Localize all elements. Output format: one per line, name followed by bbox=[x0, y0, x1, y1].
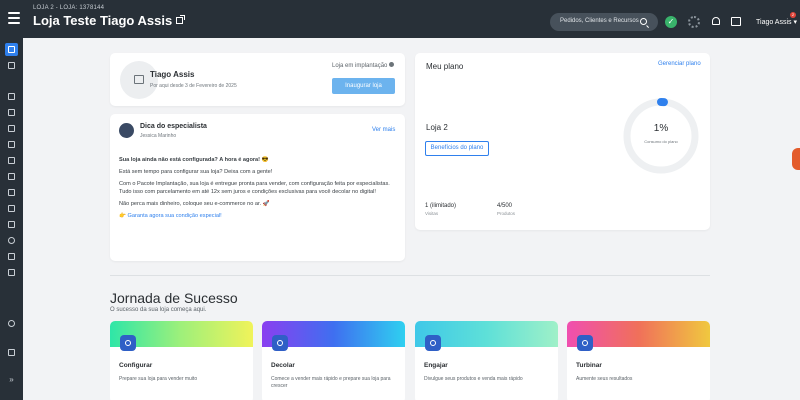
mobile-icon[interactable] bbox=[5, 266, 18, 279]
store-subtitle: LOJA 2 - LOJA: 1378144 bbox=[33, 5, 105, 11]
journey-step-desc: Comece a vender mais rápido e prepare su… bbox=[271, 376, 391, 389]
mail-icon[interactable] bbox=[5, 186, 18, 199]
search-placeholder: Pedidos, Clientes e Recursos bbox=[560, 18, 639, 24]
tip-paragraph: Está sem tempo para configurar sua loja?… bbox=[119, 169, 273, 175]
journey-step-desc: Aumente seus resultados bbox=[576, 376, 633, 382]
loading-avatar-icon[interactable] bbox=[688, 16, 700, 28]
journey-card-turbinar[interactable]: Turbinar Aumente seus resultados bbox=[567, 321, 710, 400]
store-status: Loja em implantação bbox=[332, 62, 395, 69]
plan-title: Meu plano bbox=[426, 62, 464, 71]
journey-step-desc: Prepare sua loja para vender muito bbox=[119, 376, 198, 382]
chart-icon bbox=[577, 335, 593, 351]
store-title-text: Loja Teste Tiago Assis bbox=[33, 13, 173, 28]
top-bar: LOJA 2 - LOJA: 1378144 Loja Teste Tiago … bbox=[0, 0, 800, 38]
manage-plan-link[interactable]: Gerenciar plano bbox=[658, 61, 701, 67]
tip-paragraph: Com o Pacote Implantação, sua loja é ent… bbox=[119, 181, 390, 195]
tip-paragraph: Não perca mais dinheiro, coloque seu e-c… bbox=[119, 201, 270, 207]
external-link-icon[interactable] bbox=[176, 15, 186, 24]
help-icon[interactable] bbox=[5, 234, 18, 247]
chevron-down-icon: ▾ bbox=[793, 19, 798, 26]
products-label: Produtos bbox=[497, 211, 516, 216]
journey-card-configurar[interactable]: Configurar Prepare sua loja para vender … bbox=[110, 321, 253, 400]
usage-label: Consumo do plano bbox=[644, 139, 678, 144]
journey-card-engajar[interactable]: Engajar Divulgue seus produtos e venda m… bbox=[415, 321, 558, 400]
store-icon[interactable] bbox=[5, 59, 18, 72]
journey-step-title: Engajar bbox=[424, 362, 448, 369]
store-card: Tiago Assis Por aqui desde 3 de Fevereir… bbox=[110, 53, 405, 106]
chat-icon[interactable] bbox=[5, 170, 18, 183]
usage-value: 1% bbox=[653, 123, 669, 134]
tip-card: Dica do especialista Jessica Marinho Ver… bbox=[110, 114, 405, 261]
user-menu[interactable]: Tiago Assis ▾ bbox=[756, 18, 797, 26]
tip-title: Dica do especialista bbox=[140, 123, 207, 130]
store-avatar[interactable] bbox=[120, 61, 158, 99]
bell-icon[interactable] bbox=[712, 17, 720, 25]
document-icon[interactable] bbox=[5, 218, 18, 231]
usage-gauge bbox=[623, 98, 699, 174]
notification-badge: 2 bbox=[790, 12, 796, 18]
owner-since: Por aqui desde 3 de Fevereiro de 2025 bbox=[150, 83, 237, 89]
products-stat: 4/500 Produtos bbox=[497, 203, 515, 216]
special-offer-link[interactable]: 👉 Garanta agora sua condição especial! bbox=[119, 212, 395, 220]
menu-icon[interactable] bbox=[8, 12, 20, 24]
search-icon[interactable] bbox=[640, 18, 647, 25]
chat-icon[interactable] bbox=[731, 17, 741, 26]
owner-name: Tiago Assis bbox=[150, 70, 195, 79]
cart-icon[interactable] bbox=[5, 90, 18, 103]
flag-icon[interactable] bbox=[5, 154, 18, 167]
search-input[interactable]: Pedidos, Clientes e Recursos bbox=[550, 13, 658, 31]
rocket-icon bbox=[272, 335, 288, 351]
gauge-track bbox=[623, 98, 699, 174]
avatar bbox=[119, 123, 134, 138]
tip-author: Jessica Marinho bbox=[140, 133, 177, 139]
sidebar: » bbox=[0, 38, 23, 400]
megaphone-icon bbox=[425, 335, 441, 351]
tip-body: Sua loja ainda não está configurada? A h… bbox=[119, 156, 395, 224]
section-divider bbox=[110, 275, 710, 276]
lock-icon[interactable] bbox=[5, 250, 18, 263]
see-more-link[interactable]: Ver mais bbox=[372, 127, 395, 133]
info-icon[interactable] bbox=[389, 62, 395, 67]
store-icon bbox=[134, 75, 144, 84]
gear-icon bbox=[120, 335, 136, 351]
store-title[interactable]: Loja Teste Tiago Assis bbox=[33, 13, 186, 28]
journey-step-desc: Divulgue seus produtos e venda mais rápi… bbox=[424, 376, 523, 382]
plan-name: Loja 2 bbox=[426, 123, 448, 132]
plan-benefits-button[interactable]: Benefícios do plano bbox=[425, 141, 489, 156]
user-name: Tiago Assis bbox=[756, 19, 792, 26]
check-icon[interactable]: ✓ bbox=[665, 16, 677, 28]
visits-stat: 1 (ilimitado) Visitas bbox=[425, 203, 456, 216]
phone-icon[interactable] bbox=[5, 202, 18, 215]
open-store-button[interactable]: Inaugurar loja bbox=[332, 78, 395, 94]
journey-step-title: Configurar bbox=[119, 362, 153, 369]
journey-title: Jornada de Sucesso bbox=[110, 290, 238, 306]
box-icon[interactable] bbox=[5, 122, 18, 135]
journey-card-decolar[interactable]: Decolar Comece a vender mais rápido e pr… bbox=[262, 321, 405, 400]
visits-label: Visitas bbox=[425, 211, 439, 216]
visits-value: 1 (ilimitado) bbox=[425, 203, 457, 209]
journey-step-title: Turbinar bbox=[576, 362, 602, 369]
journey-step-title: Decolar bbox=[271, 362, 295, 369]
help-widget[interactable] bbox=[792, 148, 800, 170]
monitor-icon[interactable] bbox=[5, 138, 18, 151]
tag-icon[interactable] bbox=[5, 106, 18, 119]
support-icon[interactable] bbox=[5, 346, 18, 359]
store-status-label: Loja em implantação bbox=[332, 63, 388, 69]
plan-card: Meu plano Gerenciar plano Loja 2 Benefíc… bbox=[415, 53, 710, 230]
home-icon[interactable] bbox=[5, 43, 18, 56]
tip-heading: Sua loja ainda não está configurada? A h… bbox=[119, 157, 269, 163]
products-value: 4/500 bbox=[497, 203, 513, 209]
settings-icon[interactable] bbox=[5, 317, 18, 330]
expand-icon[interactable]: » bbox=[5, 373, 18, 386]
journey-subtitle: O sucesso da sua loja começa aqui. bbox=[110, 307, 207, 313]
